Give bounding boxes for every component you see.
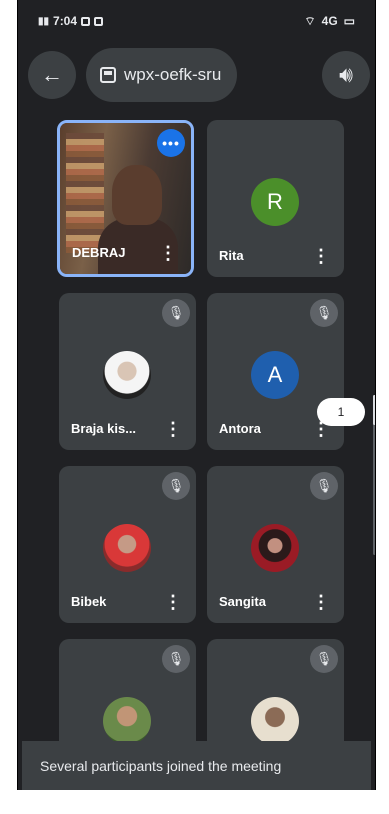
more-options-icon[interactable]: ⋮: [312, 247, 330, 265]
avatar: A: [251, 351, 299, 399]
status-left: ▮▮ 7:04: [38, 14, 104, 28]
page-indicator-badge: 1: [317, 398, 365, 426]
person-face: [112, 165, 162, 225]
more-options-icon[interactable]: ⋮: [159, 244, 177, 262]
speaking-indicator-icon: •••: [157, 129, 185, 157]
mic-off-icon: 🎙︎: [310, 472, 338, 500]
avatar-initial: A: [267, 362, 283, 387]
participant-tile-rita[interactable]: R Rita ⋮: [207, 120, 344, 277]
more-options-icon[interactable]: ⋮: [164, 593, 182, 611]
participant-name: Sangita: [219, 594, 266, 609]
avatar: [103, 351, 151, 399]
participant-tile-self[interactable]: ••• DEBRAJ ⋮: [57, 120, 194, 277]
arrow-left-icon: ←: [41, 62, 63, 87]
phone-screen: ▮▮ 7:04 ⌔ 4G ▭ ← wpx-oefk-sru 🔊︎ ••• DEB…: [17, 0, 376, 790]
network-icon: 4G: [321, 14, 338, 28]
participant-tile-sangita[interactable]: 🎙︎ Sangita ⋮: [207, 466, 344, 623]
participant-tile-braja[interactable]: 🎙︎ Braja kis... ⋮: [59, 293, 196, 450]
avatar: [103, 697, 151, 745]
participant-name: Antora: [219, 421, 261, 436]
mic-off-icon: 🎙︎: [162, 472, 190, 500]
participant-name: Braja kis...: [71, 421, 137, 436]
avatar: [251, 697, 299, 745]
status-right: ⌔ 4G ▭: [304, 14, 355, 29]
more-options-icon[interactable]: ⋮: [164, 420, 182, 438]
battery-icon: ▭: [343, 14, 355, 28]
status-bar: ▮▮ 7:04 ⌔ 4G ▭: [18, 0, 375, 44]
audio-output-button[interactable]: 🔊︎: [322, 51, 370, 99]
notification-icon: [81, 16, 91, 26]
sim-icon: ▮▮: [38, 15, 50, 27]
status-time: 7:04: [53, 14, 78, 28]
meeting-info-icon: [100, 67, 116, 83]
meeting-code-pill[interactable]: wpx-oefk-sru: [86, 48, 238, 102]
mic-off-icon: 🎙︎: [162, 645, 190, 673]
wifi-icon: ⌔: [304, 14, 316, 28]
avatar: [251, 524, 299, 572]
bookshelf-background: [66, 133, 104, 253]
mic-off-icon: 🎙︎: [310, 299, 338, 327]
participant-tile-antora[interactable]: 🎙︎ A Antora ⋮: [207, 293, 344, 450]
speaker-icon: 🔊︎: [339, 62, 353, 87]
mic-off-icon: 🎙︎: [162, 299, 190, 327]
notification-icon-2: [94, 16, 104, 26]
avatar: [103, 524, 151, 572]
participant-name: Rita: [219, 248, 244, 263]
back-button[interactable]: ←: [28, 51, 76, 99]
mic-off-icon: 🎙︎: [310, 645, 338, 673]
scroll-thumb[interactable]: [373, 395, 375, 425]
avatar: R: [251, 178, 299, 226]
participant-tile-bibek[interactable]: 🎙︎ Bibek ⋮: [59, 466, 196, 623]
participant-name: DEBRAJ: [72, 245, 126, 260]
participant-name: Bibek: [71, 594, 107, 609]
meeting-code: wpx-oefk-sru: [124, 65, 222, 84]
snackbar-text: Several participants joined the meeting: [40, 757, 282, 774]
snackbar: Several participants joined the meeting: [22, 741, 371, 790]
avatar-initial: R: [267, 189, 283, 214]
more-options-icon[interactable]: ⋮: [312, 593, 330, 611]
